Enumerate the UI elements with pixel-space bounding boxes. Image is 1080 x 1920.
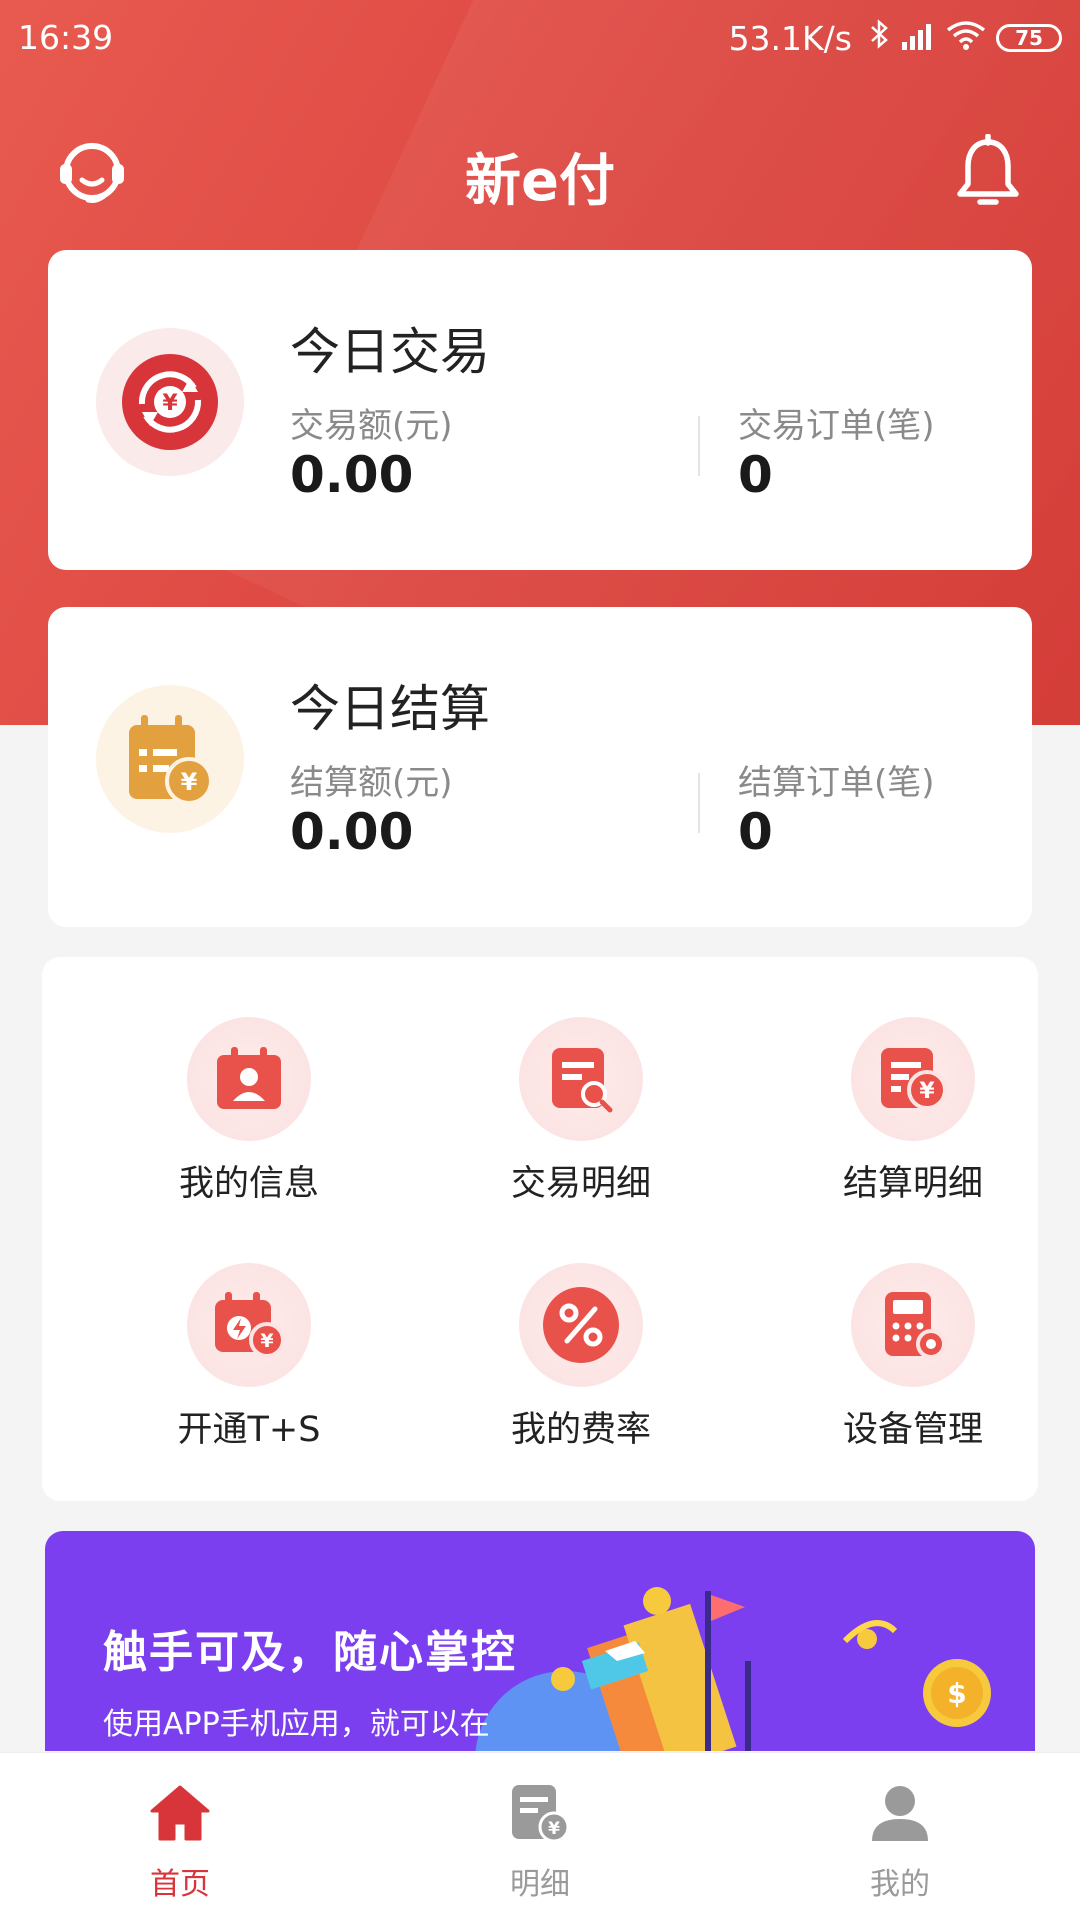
- menu-item-open-ts[interactable]: ¥ 开通T+S: [124, 1263, 374, 1463]
- tab-label: 首页: [150, 1867, 210, 1902]
- menu-label: 我的费率: [510, 1410, 651, 1450]
- settle-amount-value: 0.00: [290, 803, 414, 861]
- app-header: 新e付: [0, 118, 1080, 228]
- settle-amount-label: 结算额(元): [290, 763, 453, 803]
- percent-icon: [519, 1263, 643, 1387]
- promo-banner[interactable]: $ 触手可及，随心掌控 使用APP手机应用，就可以在: [45, 1531, 1035, 1751]
- today-trade-card[interactable]: ¥ 今日交易 交易额(元) 0.00 交易订单(笔) 0: [48, 250, 1032, 570]
- user-icon: [868, 1781, 932, 1845]
- status-indicators: 53.1K/s 75: [729, 18, 1062, 58]
- svg-text:¥: ¥: [162, 391, 178, 416]
- status-bar: 16:39 53.1K/s 75: [0, 0, 1080, 76]
- svg-text:¥: ¥: [919, 1079, 935, 1104]
- menu-item-trade-detail[interactable]: 交易明细: [456, 1017, 706, 1217]
- menu-label: 结算明细: [842, 1164, 983, 1204]
- today-settle-title: 今日结算: [290, 680, 490, 738]
- settle-orders-label: 结算订单(笔): [738, 763, 935, 803]
- profile-card-icon: [187, 1017, 311, 1141]
- svg-text:¥: ¥: [548, 1819, 560, 1839]
- function-menu: 我的信息 交易明细 ¥ 结算明细 ¥ 开通T+S 我的费率 设备管理: [42, 957, 1038, 1501]
- trade-amount-label: 交易额(元): [290, 406, 453, 446]
- trade-detail-icon: [519, 1017, 643, 1141]
- instant-settle-icon: ¥: [187, 1263, 311, 1387]
- today-settle-card[interactable]: ¥ 今日结算 结算额(元) 0.00 结算订单(笔) 0: [48, 607, 1032, 927]
- banner-subtitle: 使用APP手机应用，就可以在: [103, 1707, 490, 1742]
- menu-label: 我的信息: [178, 1164, 319, 1204]
- notification-button[interactable]: [948, 133, 1028, 214]
- bill-icon: ¥: [508, 1781, 572, 1845]
- yen-exchange-icon: ¥: [96, 328, 244, 476]
- signal-icon: [900, 19, 936, 58]
- menu-label: 开通T+S: [177, 1410, 321, 1450]
- bell-icon: [954, 133, 1022, 214]
- svg-text:¥: ¥: [181, 768, 198, 796]
- tab-home[interactable]: 首页: [80, 1753, 280, 1920]
- menu-item-my-info[interactable]: 我的信息: [124, 1017, 374, 1217]
- home-icon: [148, 1781, 212, 1845]
- settle-orders-value: 0: [738, 803, 773, 861]
- bottom-tab-bar: 首页 ¥ 明细 我的: [0, 1752, 1080, 1920]
- settle-detail-icon: ¥: [851, 1017, 975, 1141]
- menu-label: 交易明细: [510, 1164, 651, 1204]
- menu-item-settle-detail[interactable]: ¥ 结算明细: [788, 1017, 1038, 1217]
- pos-device-icon: [851, 1263, 975, 1387]
- today-trade-title: 今日交易: [290, 323, 490, 381]
- menu-label: 设备管理: [842, 1410, 983, 1450]
- menu-item-device-manage[interactable]: 设备管理: [788, 1263, 1038, 1463]
- status-time: 16:39: [18, 18, 114, 57]
- tab-label: 明细: [510, 1867, 570, 1902]
- page-title: 新e付: [465, 149, 615, 214]
- battery-indicator: 75: [996, 24, 1062, 52]
- tab-detail[interactable]: ¥ 明细: [440, 1753, 640, 1920]
- svg-text:$: $: [947, 1677, 966, 1710]
- divider: [698, 416, 700, 476]
- svg-text:¥: ¥: [260, 1330, 273, 1352]
- banner-title: 触手可及，随心掌控: [103, 1627, 517, 1678]
- calendar-yen-icon: ¥: [96, 685, 244, 833]
- tab-mine[interactable]: 我的: [800, 1753, 1000, 1920]
- bluetooth-icon: [868, 18, 890, 58]
- menu-item-my-rate[interactable]: 我的费率: [456, 1263, 706, 1463]
- tab-label: 我的: [870, 1867, 930, 1902]
- divider: [698, 773, 700, 833]
- trade-amount-value: 0.00: [290, 446, 414, 504]
- trade-orders-label: 交易订单(笔): [738, 406, 935, 446]
- trade-orders-value: 0: [738, 446, 773, 504]
- wifi-icon: [946, 19, 986, 58]
- network-speed: 53.1K/s: [728, 18, 852, 58]
